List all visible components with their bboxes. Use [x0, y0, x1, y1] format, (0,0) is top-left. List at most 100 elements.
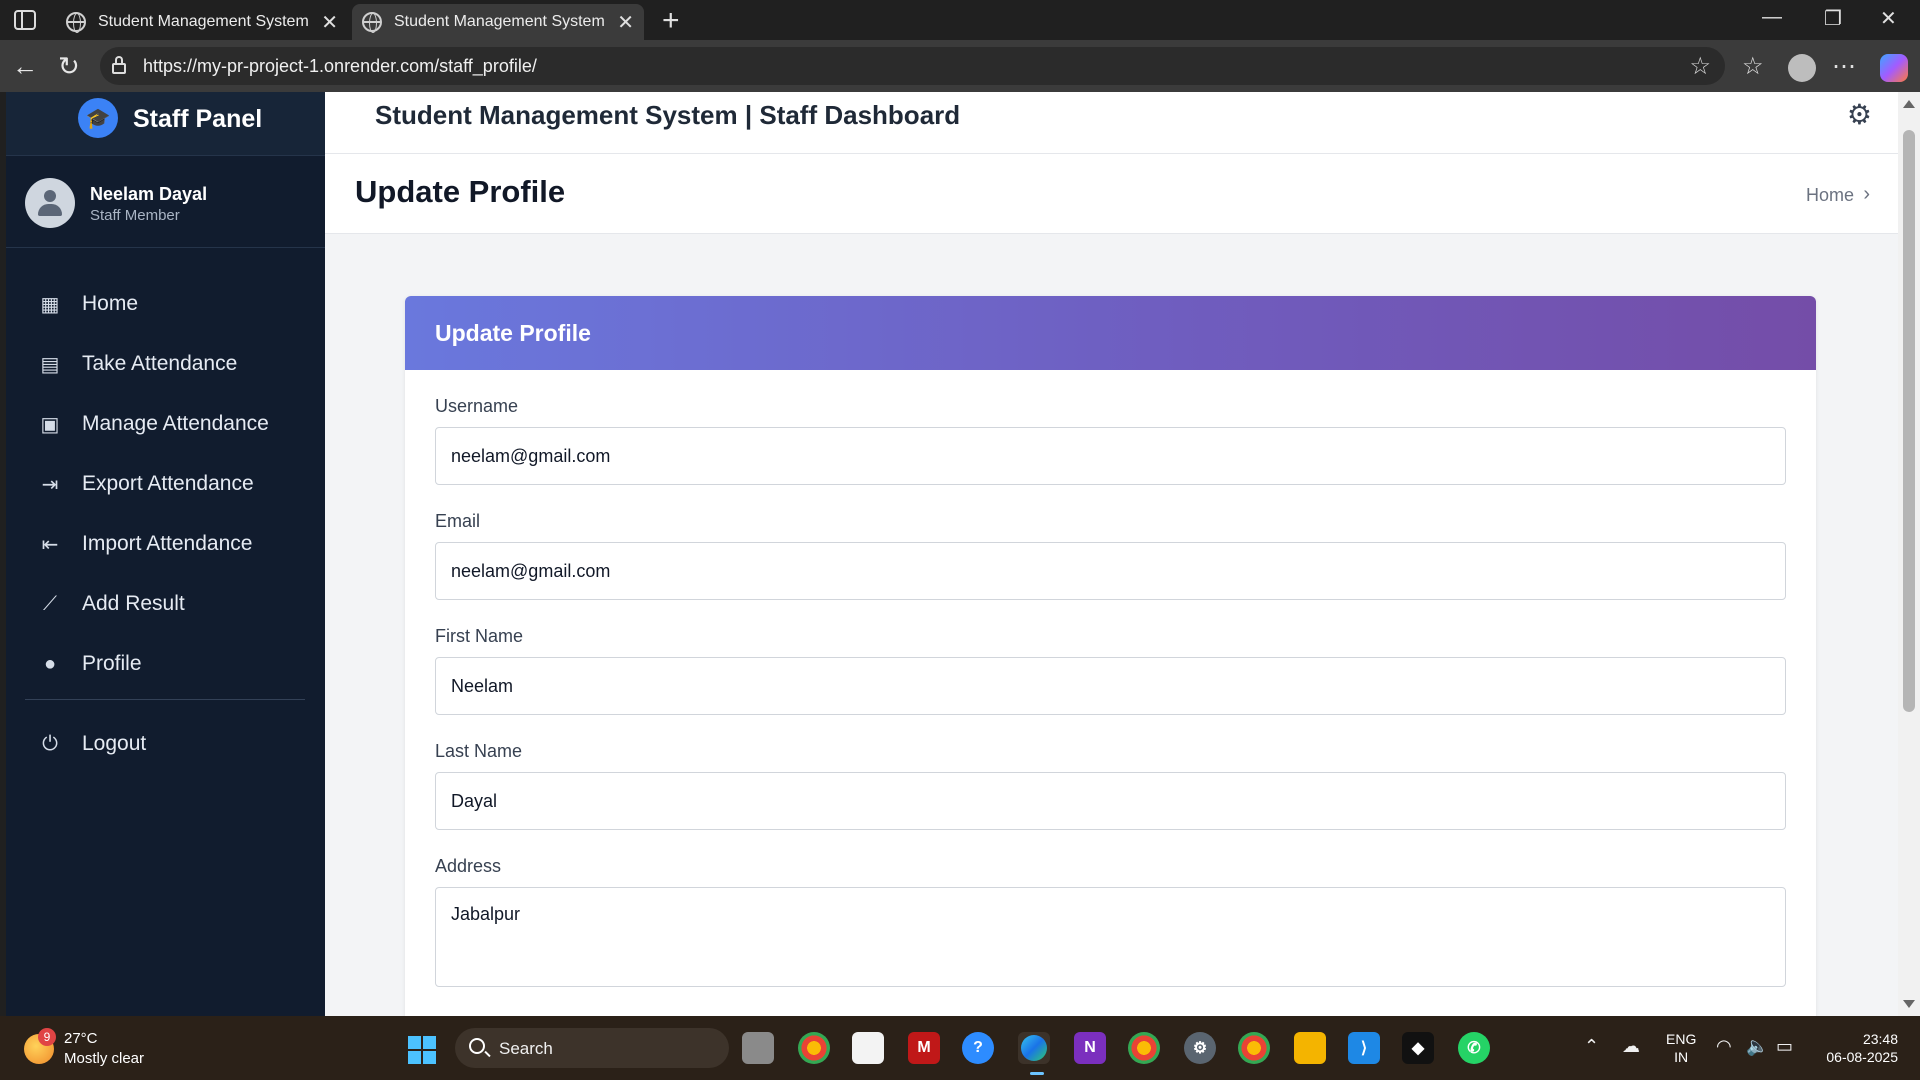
sidebar-item-take-attendance[interactable]: ▤ Take Attendance	[6, 334, 325, 394]
last-name-input[interactable]	[435, 772, 1786, 830]
browser-tab-bar: Student Management System | Da ✕ Student…	[0, 0, 1920, 40]
globe-icon	[362, 12, 382, 33]
windows-start-icon[interactable]	[408, 1036, 436, 1064]
copilot-icon[interactable]	[1880, 54, 1908, 82]
user-name: Neelam Dayal	[90, 184, 208, 204]
edge-icon[interactable]	[1018, 1032, 1050, 1064]
more-options-icon[interactable]: ⋯	[1832, 52, 1856, 81]
clock-date: 06-08-2025	[1826, 1049, 1898, 1065]
breadcrumb-home[interactable]: Home	[1806, 185, 1854, 206]
onenote-icon[interactable]: N	[1074, 1032, 1106, 1064]
last-name-field-group: Last Name	[435, 741, 1786, 830]
sidebar-menu: ▦ Home ▤ Take Attendance ▣ Manage Attend…	[6, 274, 325, 694]
microsoft-store-icon[interactable]	[852, 1032, 884, 1064]
address-label: Address	[435, 856, 502, 876]
language-indicator[interactable]: ENG IN	[1666, 1030, 1696, 1066]
close-tab-icon[interactable]: ✕	[617, 10, 634, 35]
page-header: Update Profile Home ›	[325, 154, 1898, 234]
user-icon: ●	[43, 652, 57, 675]
close-window-icon[interactable]: ✕	[1880, 6, 1897, 31]
taskbar-search[interactable]: Search	[455, 1028, 729, 1068]
weather-desc[interactable]: Mostly clear	[64, 1050, 144, 1067]
wifi-icon[interactable]: ◠	[1716, 1036, 1732, 1057]
weather-temp[interactable]: 27°C	[64, 1030, 98, 1047]
favorite-star-icon[interactable]: ☆	[1689, 52, 1711, 81]
clock-time: 23:48	[1862, 1031, 1898, 1047]
gear-icon[interactable]: ⚙	[1847, 98, 1872, 131]
email-field-group: Email	[435, 511, 1786, 600]
first-name-label: First Name	[435, 626, 524, 646]
active-app-indicator	[1030, 1072, 1044, 1075]
vscode-icon[interactable]: ⟩	[1348, 1032, 1380, 1064]
sidebar-item-logout[interactable]: ⏻ Logout	[6, 714, 325, 774]
help-icon[interactable]: ?	[962, 1032, 994, 1064]
weather-badge: 9	[38, 1028, 56, 1046]
mcafee-icon[interactable]: M	[908, 1032, 940, 1064]
system-clock[interactable]: 23:48 06-08-2025	[1818, 1030, 1898, 1066]
onedrive-icon[interactable]: ☁	[1622, 1036, 1640, 1057]
settings-app-icon[interactable]: ⚙	[1184, 1032, 1216, 1064]
brand-title: Staff Panel	[133, 105, 263, 133]
app-box-icon[interactable]: ◆	[1402, 1032, 1434, 1064]
tab-actions-icon[interactable]	[14, 10, 36, 30]
sidebar-item-label: Add Result	[82, 592, 185, 615]
chrome-icon[interactable]	[798, 1032, 830, 1064]
chevron-up-icon[interactable]: ⌃	[1584, 1036, 1599, 1057]
sidebar-item-import-attendance[interactable]: ⇤ Import Attendance	[6, 514, 325, 574]
power-icon: ⏻	[42, 732, 58, 755]
site-info-icon[interactable]	[112, 56, 126, 74]
back-icon[interactable]: ←	[12, 51, 38, 82]
clipboard-icon: ▣	[40, 413, 60, 436]
address-bar[interactable]: https://my-pr-project-1.onrender.com/sta…	[100, 47, 1725, 85]
language-line1: ENG	[1666, 1031, 1697, 1047]
username-input[interactable]	[435, 427, 1786, 485]
grid-icon: ▦	[40, 293, 60, 316]
profile-form: Username Email First Name Last Name Addr…	[405, 370, 1816, 992]
sidebar-item-manage-attendance[interactable]: ▣ Manage Attendance	[6, 394, 325, 454]
browser-tab-staff-profile[interactable]: Student Management System | St ✕	[352, 4, 644, 40]
app-title: Student Management System | Staff Dashbo…	[375, 100, 961, 130]
top-navbar: Student Management System | Staff Dashbo…	[325, 92, 1898, 154]
url-text[interactable]: https://my-pr-project-1.onrender.com/sta…	[143, 56, 537, 77]
whatsapp-icon[interactable]: ✆	[1458, 1032, 1490, 1064]
volume-icon[interactable]: 🔈	[1746, 1036, 1768, 1057]
email-input[interactable]	[435, 542, 1786, 600]
browser-profile-icon[interactable]	[1788, 54, 1816, 82]
task-view-icon[interactable]	[742, 1032, 774, 1064]
calendar-icon: ▤	[40, 353, 60, 376]
first-name-input[interactable]	[435, 657, 1786, 715]
chevron-right-icon: ›	[1863, 183, 1870, 205]
sidebar-brand[interactable]: 🎓 Staff Panel	[6, 92, 325, 156]
language-line2: IN	[1674, 1049, 1689, 1065]
sidebar-item-label: Logout	[82, 732, 147, 755]
logout-section: ⏻ Logout	[6, 714, 325, 774]
page-scrollbar[interactable]	[1898, 92, 1920, 1016]
search-label: Search	[499, 1039, 553, 1058]
chrome-alt-icon[interactable]	[1238, 1032, 1270, 1064]
file-explorer-icon[interactable]	[1294, 1032, 1326, 1064]
scroll-down-icon[interactable]	[1903, 1000, 1915, 1008]
battery-icon[interactable]: ▭	[1776, 1036, 1793, 1057]
favorites-icon[interactable]: ☆	[1742, 52, 1764, 81]
reload-icon[interactable]: ↻	[58, 51, 80, 82]
close-tab-icon[interactable]: ✕	[321, 10, 338, 35]
username-field-group: Username	[435, 396, 1786, 485]
address-field-group: Address Jabalpur	[435, 856, 1786, 992]
sidebar-item-profile[interactable]: ● Profile	[6, 634, 325, 694]
chrome-profile-icon[interactable]	[1128, 1032, 1160, 1064]
tab-title: Student Management System | Da	[98, 13, 313, 30]
sidebar-item-export-attendance[interactable]: ⇥ Export Attendance	[6, 454, 325, 514]
new-tab-icon[interactable]: +	[662, 4, 680, 38]
scrollbar-thumb[interactable]	[1903, 130, 1915, 712]
minimize-icon[interactable]: —	[1762, 6, 1782, 29]
sidebar-item-add-result[interactable]: ⟋ Add Result	[6, 574, 325, 634]
address-textarea[interactable]: Jabalpur	[435, 887, 1786, 987]
email-label: Email	[435, 511, 481, 531]
page-viewport: 🎓 Staff Panel Neelam Dayal Staff Member …	[6, 92, 1898, 1016]
restore-icon[interactable]: ❐	[1824, 6, 1842, 31]
browser-tab-dashboard[interactable]: Student Management System | Da ✕	[56, 4, 348, 40]
avatar	[25, 178, 75, 228]
sidebar-item-home[interactable]: ▦ Home	[6, 274, 325, 334]
first-name-field-group: First Name	[435, 626, 1786, 715]
scroll-up-icon[interactable]	[1903, 100, 1915, 108]
